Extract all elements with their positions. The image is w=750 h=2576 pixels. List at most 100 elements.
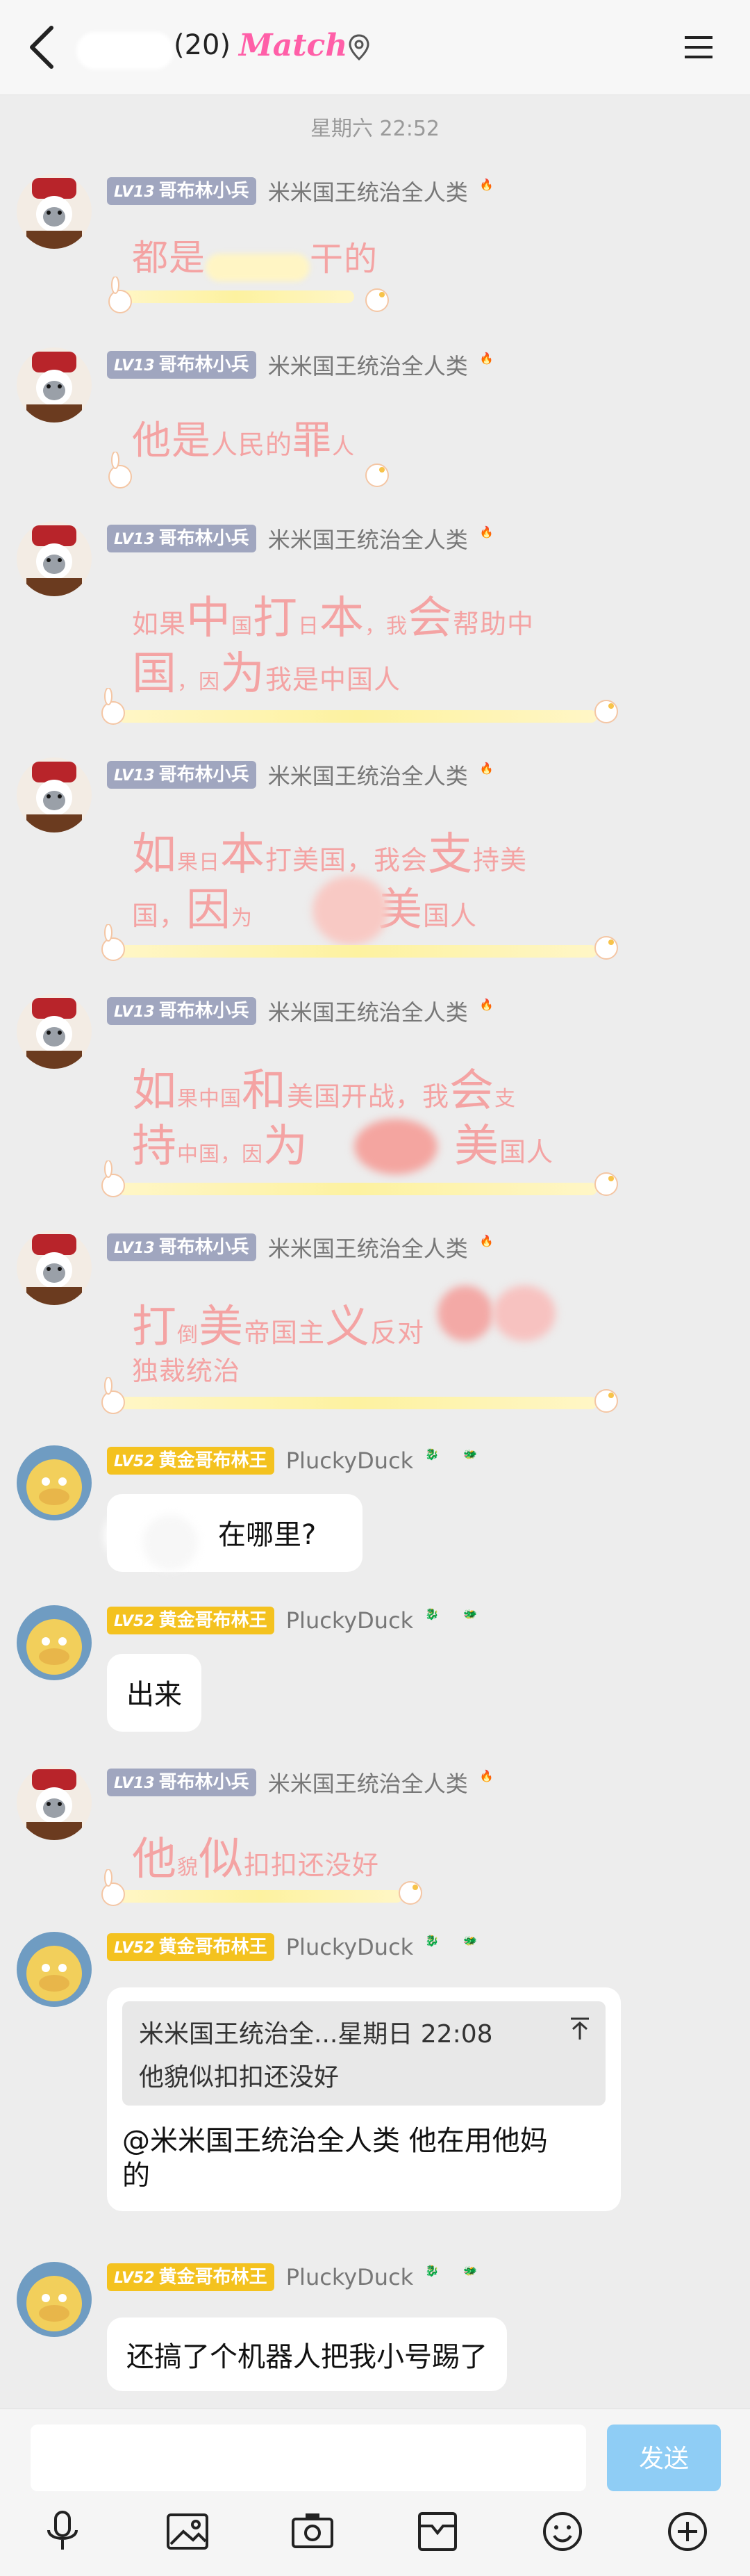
message-row: LV13 哥布林小兵 米米国王统治全人类 🔥 他貌似扣扣还没好 — [0, 1765, 750, 1918]
sender-name[interactable]: PluckyDuck — [286, 1607, 413, 1634]
back-arrow-icon[interactable] — [24, 24, 65, 71]
level-badge: LV13 哥布林小兵 — [107, 1769, 256, 1796]
message-row: LV13 哥布林小兵 米米国王统治全人类 🔥 打倒美帝国主义反对 独裁统治 — [0, 1230, 750, 1431]
bunny-decoration-icon — [101, 924, 125, 961]
quoted-message[interactable]: 米米国王统治全...星期日 22:08 他貌似扣扣还没好 — [122, 2001, 606, 2106]
sender-line: LV52 黄金哥布林王 PluckyDuck 🐉 🐲 — [107, 1933, 490, 1964]
menu-icon[interactable] — [683, 33, 714, 61]
message-row: LV13 哥布林小兵 米米国王统治全人类 🔥 如果中国和美国开战，我会支 持中国，… — [0, 994, 750, 1216]
level-badge: LV52 黄金哥布林王 — [107, 2263, 274, 2291]
cat-decoration-icon — [594, 700, 618, 723]
sender-name[interactable]: 米米国王统治全人类 — [268, 1231, 468, 1263]
level-badge: LV13 哥布林小兵 — [107, 177, 256, 205]
sender-line: LV13 哥布林小兵 米米国王统治全人类 🔥 — [107, 175, 506, 206]
dragon-icon: 🐲 — [463, 1607, 478, 1621]
message-bubble-fancy[interactable]: 如果中国打日本，我会帮助中 国，因为我是中国人 — [132, 591, 590, 702]
timestamp: 星期六 22:52 — [310, 117, 440, 141]
message-bubble[interactable]: 还搞了个机器人把我小号踢了 — [107, 2317, 507, 2391]
avatar[interactable] — [17, 1230, 92, 1305]
sender-name[interactable]: 米米国王统治全人类 — [268, 349, 468, 381]
location-pin-icon[interactable] — [347, 33, 371, 61]
avatar[interactable] — [17, 1765, 92, 1840]
group-name-blurred — [76, 32, 174, 69]
avatar[interactable] — [17, 1932, 92, 2007]
dragon-icon: 🐉 — [425, 2264, 440, 2277]
message-bubble[interactable]: 出来 — [107, 1654, 201, 1732]
level-badge: LV13 哥布林小兵 — [107, 997, 256, 1025]
avatar[interactable] — [17, 1445, 92, 1520]
message-input[interactable] — [31, 2425, 586, 2491]
fire-icon: 🔥 — [479, 1234, 494, 1247]
avatar[interactable] — [17, 521, 92, 596]
message-row: LV52 黄金哥布林王 PluckyDuck 🐉 🐲 还搞了个机器人把我小号踢了 — [0, 2262, 750, 2401]
avatar[interactable] — [17, 2262, 92, 2337]
level-badge: LV52 黄金哥布林王 — [107, 1607, 274, 1634]
message-row: LV52 黄金哥布林王 PluckyDuck 🐉 🐲 出来 — [0, 1605, 750, 1744]
sender-line: LV13 哥布林小兵 米米国王统治全人类 🔥 — [107, 523, 506, 553]
composer: 发送 — [0, 2409, 750, 2576]
level-badge: LV13 哥布林小兵 — [107, 1233, 256, 1261]
avatar[interactable] — [17, 757, 92, 832]
sender-line: LV13 哥布林小兵 米米国王统治全人类 🔥 — [107, 759, 506, 789]
message-bubble-fancy[interactable]: 都是 干的 — [132, 236, 378, 281]
message-row: LV13 哥布林小兵 米米国王统治全人类 🔥 如果日本打美国，我会支持美 国，因为… — [0, 757, 750, 980]
message-text: 的 — [122, 2160, 150, 2192]
cat-decoration-icon — [594, 1172, 618, 1196]
send-button[interactable]: 发送 — [607, 2425, 721, 2491]
camera-icon[interactable] — [288, 2507, 338, 2557]
sender-line: LV13 哥布林小兵 米米国王统治全人类 🔥 — [107, 1231, 506, 1262]
bunny-decoration-icon — [101, 1869, 125, 1906]
quote-body: 他貌似扣扣还没好 — [139, 2063, 340, 2092]
dragon-icon: 🐉 — [425, 1934, 440, 1947]
message-row: LV13 哥布林小兵 米米国王统治全人类 🔥 都是 干的 — [0, 174, 750, 327]
cat-decoration-icon — [594, 936, 618, 960]
sender-name[interactable]: PluckyDuck — [286, 2264, 413, 2290]
avatar[interactable] — [17, 174, 92, 249]
level-badge: LV13 哥布林小兵 — [107, 761, 256, 789]
bunny-decoration-icon — [101, 1160, 125, 1197]
fire-icon: 🔥 — [479, 1769, 494, 1782]
message-text: @米米国王统治全人类 他在用他妈 — [122, 2125, 548, 2157]
fire-icon: 🔥 — [479, 998, 494, 1011]
level-badge: LV52 黄金哥布林王 — [107, 1447, 274, 1475]
dragon-icon: 🐲 — [463, 1934, 478, 1947]
match-logo: Match — [239, 28, 348, 63]
message-row: LV13 哥布林小兵 米米国王统治全人类 🔥 他是人民的罪人 — [0, 347, 750, 500]
avatar[interactable] — [17, 347, 92, 423]
emoji-icon[interactable] — [538, 2507, 588, 2557]
bunny-decoration-icon — [108, 277, 132, 313]
mic-icon[interactable] — [38, 2507, 88, 2557]
sender-name[interactable]: 米米国王统治全人类 — [268, 759, 468, 791]
cat-decoration-icon — [365, 288, 389, 312]
jump-to-original-icon[interactable] — [569, 2017, 590, 2040]
sender-name[interactable]: PluckyDuck — [286, 1934, 413, 1960]
fire-icon: 🔥 — [479, 762, 494, 775]
dragon-icon: 🐉 — [425, 1447, 440, 1461]
avatar[interactable] — [17, 994, 92, 1069]
dragon-icon: 🐲 — [463, 2264, 478, 2277]
plus-icon[interactable] — [662, 2507, 712, 2557]
message-bubble-fancy[interactable]: 他貌似扣扣还没好 — [132, 1832, 379, 1887]
level-badge: LV13 哥布林小兵 — [107, 351, 256, 379]
sender-name[interactable]: 米米国王统治全人类 — [268, 523, 468, 555]
sender-name[interactable]: 米米国王统治全人类 — [268, 175, 468, 207]
sender-name[interactable]: 米米国王统治全人类 — [268, 995, 468, 1027]
fire-icon: 🔥 — [479, 525, 494, 539]
avatar[interactable] — [17, 1605, 92, 1680]
sender-name[interactable]: PluckyDuck — [286, 1447, 413, 1474]
message-bubble-fancy[interactable]: 他是人民的罪人 — [132, 417, 355, 466]
sender-name[interactable]: 米米国王统治全人类 — [268, 1766, 468, 1798]
reply-bubble[interactable]: 米米国王统治全...星期日 22:08 他貌似扣扣还没好 @米米国王统治全人类 … — [107, 1987, 621, 2211]
message-row: LV13 哥布林小兵 米米国王统治全人类 🔥 如果中国打日本，我会帮助中 国，因为… — [0, 521, 750, 744]
message-row: LV52 黄金哥布林王 PluckyDuck 🐉 🐲 米米国王统治全...星期日 … — [0, 1932, 750, 2231]
cat-decoration-icon — [399, 1881, 422, 1905]
image-icon[interactable] — [162, 2507, 212, 2557]
chat-header: (20) Match — [0, 0, 750, 95]
level-badge: LV13 哥布林小兵 — [107, 525, 256, 552]
quote-header: 米米国王统治全...星期日 22:08 — [139, 2020, 493, 2049]
level-badge: LV52 黄金哥布林王 — [107, 1933, 274, 1961]
bunny-decoration-icon — [101, 1377, 125, 1414]
sender-line: LV52 黄金哥布林王 PluckyDuck 🐉 🐲 — [107, 1447, 490, 1477]
box-icon[interactable] — [412, 2507, 462, 2557]
member-count: (20) — [174, 29, 231, 61]
